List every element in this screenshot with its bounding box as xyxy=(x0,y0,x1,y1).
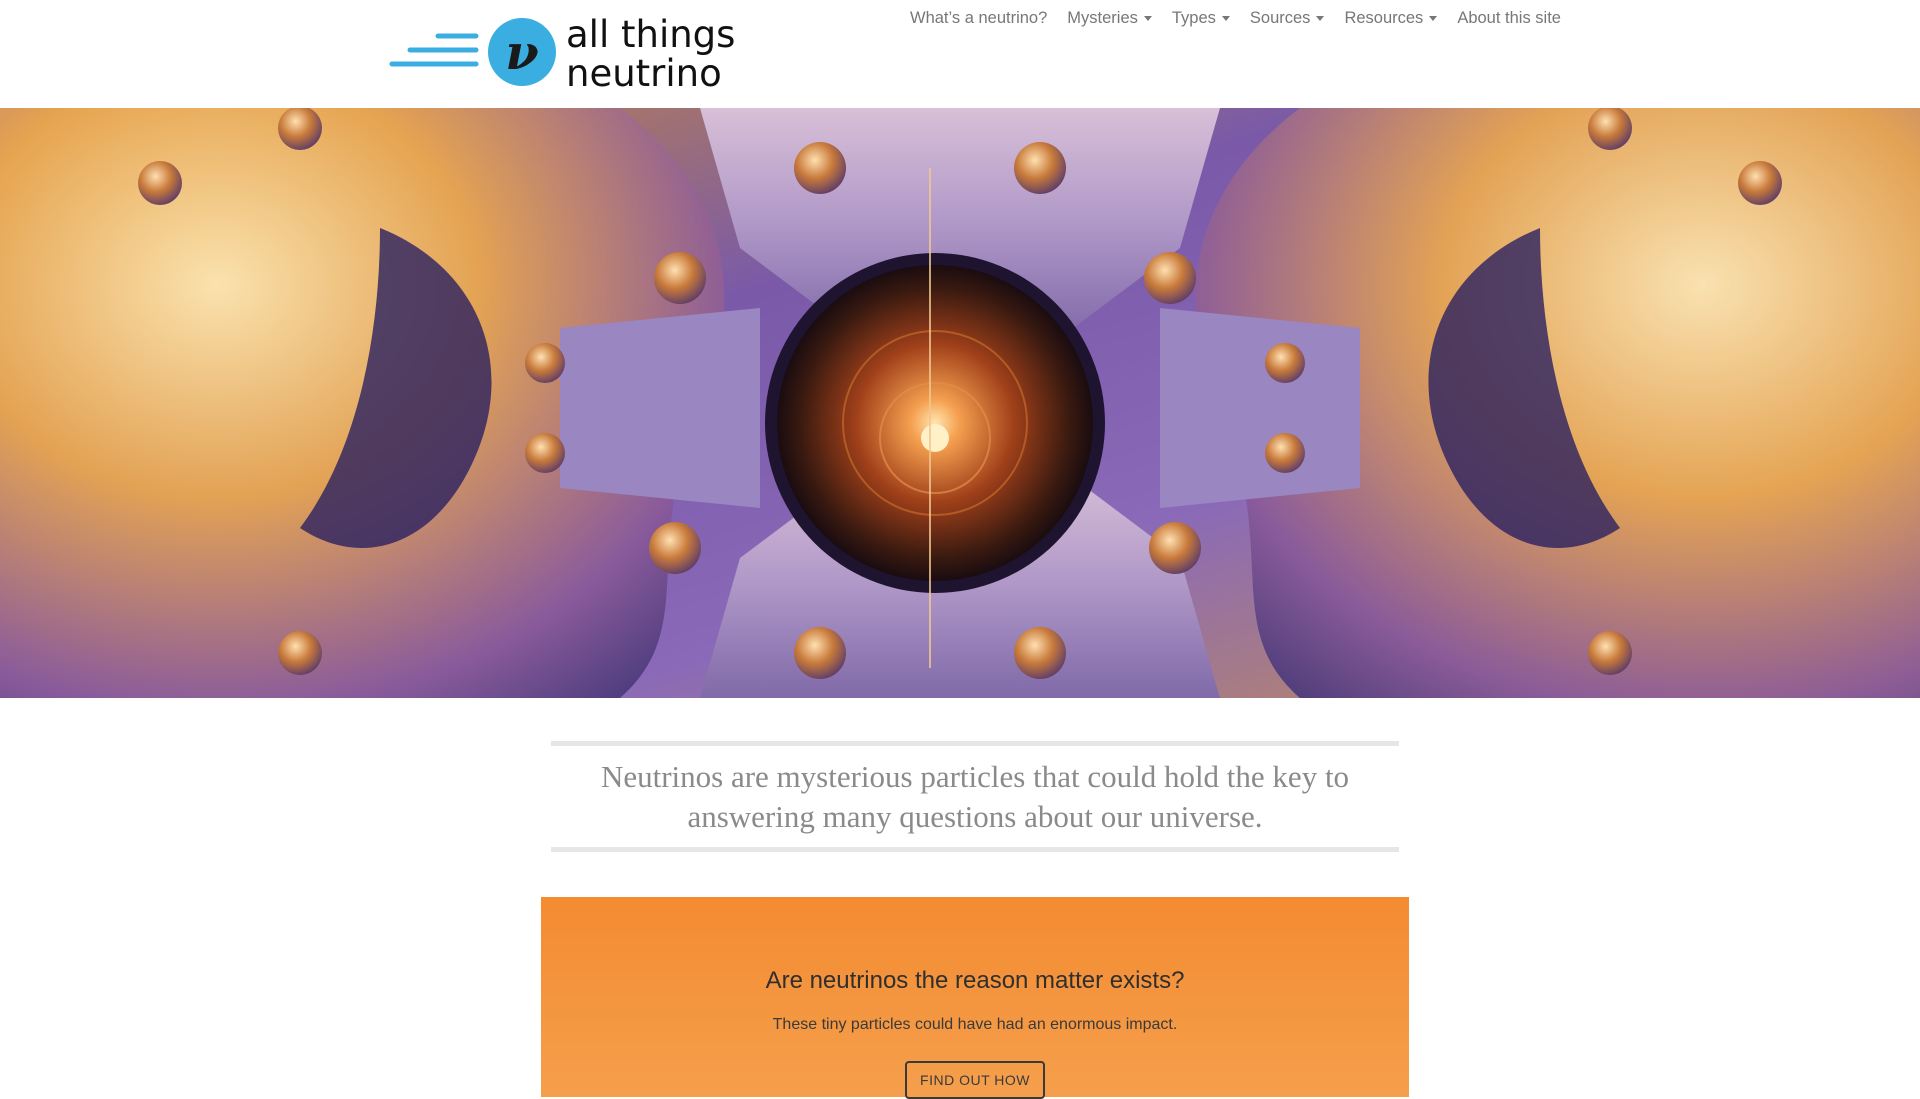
speed-lines-icon xyxy=(389,33,479,67)
caret-down-icon xyxy=(1316,15,1325,21)
nav-item-whats-a-neutrino[interactable]: What’s a neutrino? xyxy=(900,9,1057,28)
tagline-text: Neutrinos are mysterious particles that … xyxy=(600,758,1350,834)
nav-item-label: About this site xyxy=(1457,8,1561,27)
neutrino-symbol-icon: ν xyxy=(488,18,556,86)
nav-item-about[interactable]: About this site xyxy=(1447,9,1571,28)
callout-title: Are neutrinos the reason matter exists? xyxy=(765,967,1185,994)
nav-item-label: Types xyxy=(1171,8,1216,27)
callout-text: These tiny particles could have had an e… xyxy=(772,1016,1178,1033)
find-out-how-button[interactable]: FIND OUT HOW xyxy=(905,1061,1045,1099)
hero-image xyxy=(0,108,1920,698)
brand-line-1: all things xyxy=(566,13,735,56)
site-header: ν all things neutrino What’s a neutrino?… xyxy=(0,0,1920,108)
svg-text:ν: ν xyxy=(505,25,538,81)
caret-down-icon xyxy=(1429,15,1438,21)
tagline-banner: Neutrinos are mysterious particles that … xyxy=(551,741,1399,852)
nav-item-sources[interactable]: Sources xyxy=(1240,9,1335,28)
caret-down-icon xyxy=(1221,15,1230,21)
nav-item-mysteries[interactable]: Mysteries xyxy=(1057,9,1162,28)
particle-detector-illustration xyxy=(0,108,1920,698)
nav-item-resources[interactable]: Resources xyxy=(1334,9,1447,28)
nav-item-label: Sources xyxy=(1249,8,1311,27)
feature-callout: Are neutrinos the reason matter exists? … xyxy=(541,897,1409,1099)
nav-item-types[interactable]: Types xyxy=(1162,9,1240,28)
brand-line-2: neutrino xyxy=(566,52,722,94)
nav-item-label: Resources xyxy=(1344,8,1424,27)
nav-item-label: Mysteries xyxy=(1067,8,1138,27)
caret-down-icon xyxy=(1143,15,1152,21)
site-logo[interactable]: ν all things neutrino xyxy=(388,12,758,94)
nav-item-label: What’s a neutrino? xyxy=(910,8,1048,27)
main-nav: What’s a neutrino? Mysteries Types Sourc… xyxy=(900,4,1571,32)
